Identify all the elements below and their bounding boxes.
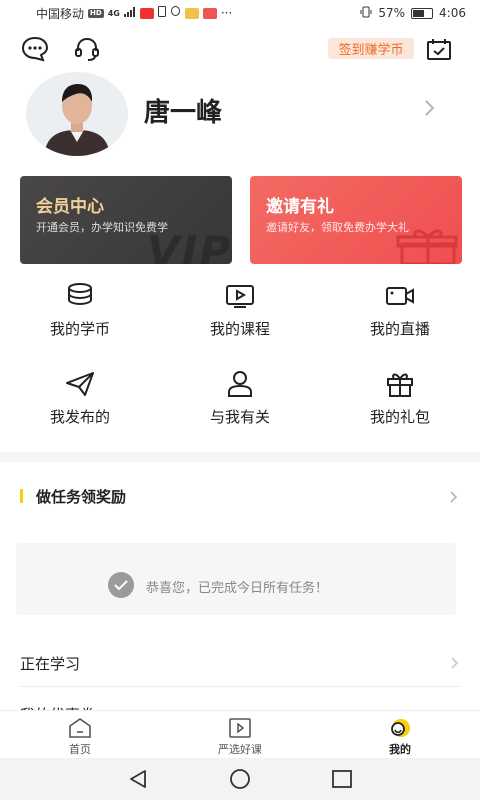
battery-icon xyxy=(411,7,434,19)
bottom-tab-bar: 首页 严选好课 我的 xyxy=(0,710,480,758)
menu-label: 我的课程 xyxy=(209,320,270,338)
chevron-right-icon xyxy=(451,657,459,669)
signal-bars-icon xyxy=(123,6,136,20)
avatar[interactable] xyxy=(26,72,128,156)
invite-card-title: 邀请有礼 xyxy=(266,197,334,217)
status-left: 中国移动 HD 4G ··· xyxy=(36,5,232,22)
list-label: 正在学习 xyxy=(20,655,81,673)
home-circle-icon[interactable] xyxy=(228,768,252,790)
video-course-icon xyxy=(226,285,254,308)
task-complete-box: 恭喜您，已完成今日所有任务！ xyxy=(16,543,456,615)
home-icon xyxy=(69,718,91,738)
carrier-label: 中国移动 xyxy=(36,6,85,21)
recents-square-icon[interactable] xyxy=(330,768,354,790)
task-section-title: 做任务领奖励 xyxy=(36,488,127,506)
clock: 4:06 xyxy=(439,6,466,20)
system-nav-bar xyxy=(0,758,480,800)
play-course-icon xyxy=(229,718,251,738)
menu-my-gifts[interactable]: 我的礼包 xyxy=(340,370,460,430)
list-item-learning[interactable]: 正在学习 xyxy=(20,637,460,687)
more-notifications-icon: ··· xyxy=(220,6,233,20)
mail-notification-icon xyxy=(184,7,199,19)
hd-badge: HD xyxy=(88,8,104,18)
status-bar: 中国移动 HD 4G ··· 57% 4:06 xyxy=(0,0,480,26)
vip-watermark: VIP xyxy=(147,227,232,264)
coins-icon xyxy=(68,283,92,306)
person-icon xyxy=(228,371,252,397)
menu-label: 我的礼包 xyxy=(369,408,430,426)
gift-icon xyxy=(387,373,413,397)
menu-label: 我的直播 xyxy=(369,320,430,338)
checkin-button[interactable]: 签到赚学币 xyxy=(328,38,414,59)
status-right: 57% 4:06 xyxy=(360,6,466,21)
menu-my-courses[interactable]: 我的课程 xyxy=(180,282,300,342)
vip-center-card[interactable]: 会员中心 开通会员，办学知识免费学 VIP xyxy=(20,176,232,264)
menu-label: 我发布的 xyxy=(49,408,110,426)
task-chevron-right-icon[interactable] xyxy=(448,488,460,506)
sim-icon xyxy=(157,6,166,20)
tab-selected-courses[interactable]: 严选好课 xyxy=(200,717,280,757)
task-complete-message: 恭喜您，已完成今日所有任务！ xyxy=(146,581,329,596)
my-profile-icon xyxy=(391,719,410,737)
back-triangle-icon[interactable] xyxy=(126,768,150,790)
paper-plane-icon xyxy=(66,372,94,396)
check-circle-icon xyxy=(108,572,134,598)
profile-chevron-right-icon[interactable] xyxy=(420,96,440,120)
menu-my-coins[interactable]: 我的学币 xyxy=(20,282,140,342)
menu-label: 与我有关 xyxy=(209,408,270,426)
invite-card[interactable]: 邀请有礼 邀请好友，领取免费办学大礼 xyxy=(250,176,462,264)
top-toolbar: 签到赚学币 xyxy=(0,30,480,66)
user-name[interactable]: 唐一峰 xyxy=(144,92,222,129)
tab-mine[interactable]: 我的 xyxy=(360,717,440,757)
customer-service-icon[interactable] xyxy=(72,34,102,64)
vibrate-icon xyxy=(360,6,372,21)
qq-icon xyxy=(170,6,181,20)
invite-card-subtitle: 邀请好友，领取免费办学大礼 xyxy=(266,221,409,234)
vip-card-title: 会员中心 xyxy=(36,197,104,217)
accent-bar xyxy=(20,489,23,503)
task-section-header[interactable]: 做任务领奖励 xyxy=(20,486,460,510)
tab-label: 我的 xyxy=(389,743,411,756)
tab-label: 严选好课 xyxy=(218,743,262,756)
avatar-photo xyxy=(26,72,128,156)
menu-my-posts[interactable]: 我发布的 xyxy=(20,370,140,430)
section-divider xyxy=(0,452,480,462)
calendar-check-icon[interactable] xyxy=(424,34,454,64)
live-camera-icon xyxy=(386,287,414,305)
tab-label: 首页 xyxy=(69,743,91,756)
menu-label: 我的学币 xyxy=(49,320,110,338)
signal-icon: 4G xyxy=(107,8,120,18)
battery-percent: 57% xyxy=(378,6,406,20)
menu-my-live[interactable]: 我的直播 xyxy=(340,282,460,342)
tab-home[interactable]: 首页 xyxy=(40,717,120,757)
gift-decoration-icon xyxy=(396,229,458,264)
app-notification-icon xyxy=(139,7,154,19)
menu-related-to-me[interactable]: 与我有关 xyxy=(180,370,300,430)
app2-notification-icon xyxy=(202,7,217,19)
message-icon[interactable] xyxy=(20,34,50,64)
